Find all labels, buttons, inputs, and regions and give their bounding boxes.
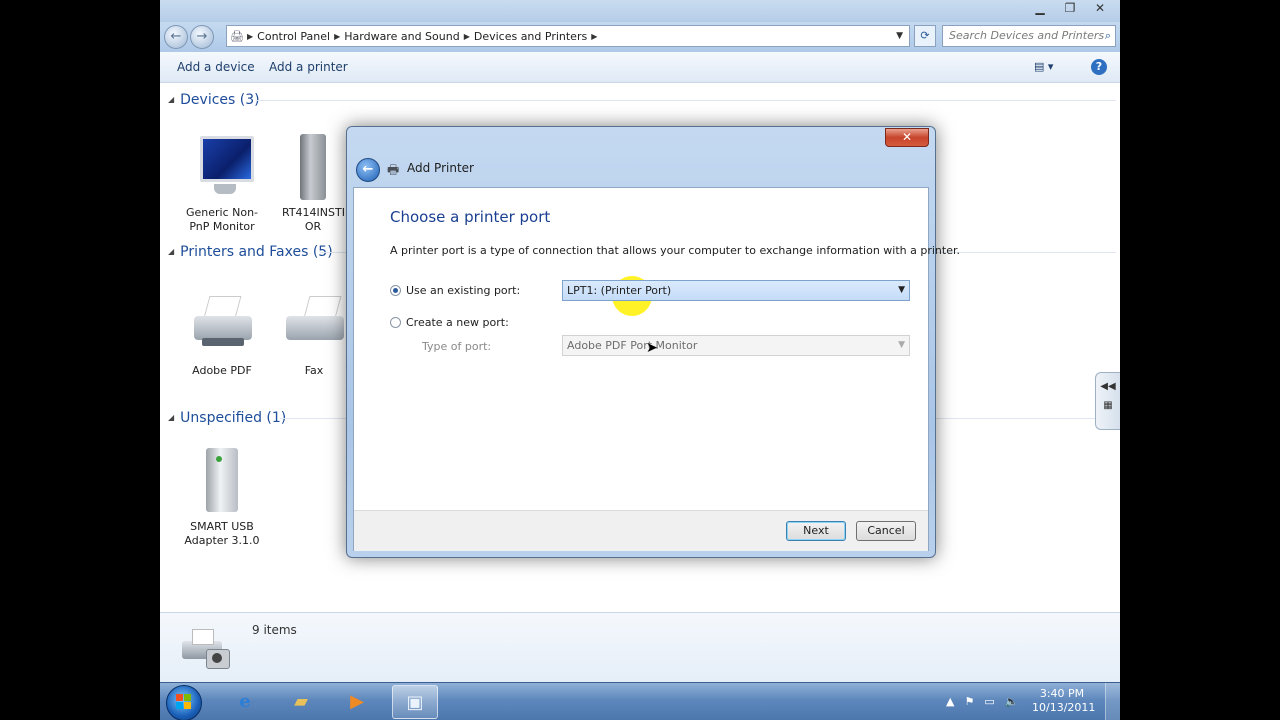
back-button[interactable]: ← xyxy=(164,25,188,49)
restore-button[interactable]: ❐ xyxy=(1056,0,1084,18)
existing-port-radio[interactable] xyxy=(390,285,401,296)
device-label: Adobe PDF xyxy=(192,364,252,377)
dialog-back-button[interactable]: ← xyxy=(356,158,380,182)
device-label: RT414INSTR OR xyxy=(282,206,344,233)
printer-icon: 🖶 xyxy=(387,163,400,178)
windows-logo-icon xyxy=(176,694,192,710)
device-label: Fax xyxy=(304,364,324,377)
show-desktop-button[interactable] xyxy=(1105,683,1120,720)
existing-port-select[interactable]: LPT1: (Printer Port) ▼ xyxy=(562,280,910,301)
add-printer-command[interactable]: Add a printer xyxy=(269,60,348,74)
clock-date: 10/13/2011 xyxy=(1032,701,1096,714)
volume-icon[interactable]: 🔈 xyxy=(1005,695,1019,708)
fax-icon xyxy=(282,290,346,360)
minimize-button[interactable]: ▁ xyxy=(1026,0,1054,18)
type-of-port-value: Adobe PDF Port Monitor xyxy=(567,339,698,352)
forward-button[interactable]: → xyxy=(190,25,214,49)
group-divider xyxy=(256,100,1116,101)
use-existing-port-option[interactable]: Use an existing port: xyxy=(390,284,520,297)
search-input[interactable]: Search Devices and Printers ⌕ xyxy=(942,25,1116,47)
change-view-icon[interactable]: ▤ ▾ xyxy=(1034,60,1053,73)
device-smart-usb-adapter[interactable]: SMART USB Adapter 3.1.0 xyxy=(177,446,267,548)
device-adobe-pdf[interactable]: Adobe PDF xyxy=(177,290,267,378)
network-icon[interactable]: ▭ xyxy=(984,695,994,708)
breadcrumb-devices-and-printers[interactable]: Devices and Printers xyxy=(470,30,591,43)
existing-port-value: LPT1: (Printer Port) xyxy=(567,284,672,297)
media-player-icon[interactable]: ▶ xyxy=(334,685,380,719)
type-of-port-select: Adobe PDF Port Monitor ▼ xyxy=(562,335,910,356)
group-title: Devices (3) xyxy=(180,92,260,108)
group-header-devices[interactable]: ◢ Devices (3) xyxy=(168,92,260,108)
taskbar: e ▰ ▶ ▣ ▲ ⚑ ▭ 🔈 3:40 PM 10/13/2011 xyxy=(160,682,1120,720)
printer-icon xyxy=(190,290,254,360)
windows-explorer-icon[interactable]: ▰ xyxy=(278,685,324,719)
control-panel-icon: 🖨 xyxy=(230,29,244,43)
collapse-triangle-icon[interactable]: ◢ xyxy=(168,95,174,104)
chevron-down-icon: ▼ xyxy=(898,340,905,350)
dialog-close-button[interactable]: ✕ xyxy=(885,128,929,147)
usb-device-icon xyxy=(190,446,254,516)
address-row: ← → 🖨 ▶ Control Panel ▶ Hardware and Sou… xyxy=(160,22,1120,52)
collapse-arrows-icon: ◀◀ xyxy=(1100,381,1116,392)
breadcrumb-separator-icon[interactable]: ▶ xyxy=(591,32,597,41)
monitor-icon xyxy=(190,132,254,202)
chevron-down-icon: ▼ xyxy=(898,285,905,295)
breadcrumb-hardware-and-sound[interactable]: Hardware and Sound xyxy=(340,30,463,43)
group-header-unspecified[interactable]: ◢ Unspecified (1) xyxy=(168,410,286,426)
gadget-sidebar-handle[interactable]: ◀◀ ▦ xyxy=(1095,372,1120,430)
new-port-radio[interactable] xyxy=(390,317,401,328)
group-header-printers[interactable]: ◢ Printers and Faxes (5) xyxy=(168,244,333,260)
create-new-port-option[interactable]: Create a new port: xyxy=(390,316,509,329)
breadcrumb-control-panel[interactable]: Control Panel xyxy=(253,30,334,43)
dialog-title: Add Printer xyxy=(407,161,474,175)
search-placeholder: Search Devices and Printers xyxy=(949,29,1105,42)
start-button[interactable] xyxy=(166,685,202,720)
new-port-label: Create a new port: xyxy=(406,316,509,329)
help-icon[interactable]: ? xyxy=(1091,59,1107,75)
drive-icon xyxy=(282,132,344,202)
devices-and-printers-icon[interactable]: ▣ xyxy=(392,685,438,719)
desktop-screen: ▁ ❐ ✕ ← → 🖨 ▶ Control Panel ▶ Hardware a… xyxy=(160,0,1120,720)
group-title: Printers and Faxes (5) xyxy=(180,244,333,260)
collapse-triangle-icon[interactable]: ◢ xyxy=(168,247,174,256)
dialog-heading: Choose a printer port xyxy=(390,208,551,226)
next-button[interactable]: Next xyxy=(786,521,846,541)
grid-icon: ▦ xyxy=(1103,400,1113,411)
cancel-button[interactable]: Cancel xyxy=(856,521,916,541)
caption-buttons: ▁ ❐ ✕ xyxy=(1026,0,1114,18)
window-titlebar: ▁ ❐ ✕ xyxy=(160,0,1120,22)
device-rt414instr[interactable]: RT414INSTR OR xyxy=(282,132,344,234)
device-label: Generic Non-PnP Monitor xyxy=(185,206,259,233)
existing-port-label: Use an existing port: xyxy=(406,284,521,297)
device-label: SMART USB Adapter 3.1.0 xyxy=(184,520,260,547)
command-bar: Add a device Add a printer ▤ ▾ ? xyxy=(160,52,1120,83)
internet-explorer-icon[interactable]: e xyxy=(222,685,268,719)
address-dropdown-icon[interactable]: ▼ xyxy=(890,31,909,41)
refresh-button[interactable]: ⟳ xyxy=(914,25,936,47)
printer-camera-icon xyxy=(178,625,234,673)
dialog-footer: Next Cancel xyxy=(354,510,928,551)
device-fax[interactable]: Fax xyxy=(282,290,346,378)
mouse-cursor-icon: ➤ xyxy=(646,340,658,356)
add-printer-dialog: ✕ ← 🖶 Add Printer Choose a printer port … xyxy=(346,126,960,558)
action-center-flag-icon[interactable]: ⚑ xyxy=(964,695,974,708)
add-device-command[interactable]: Add a device xyxy=(177,60,255,74)
group-title: Unspecified (1) xyxy=(180,410,287,426)
dialog-description: A printer port is a type of connection t… xyxy=(390,244,960,257)
show-hidden-icons-icon[interactable]: ▲ xyxy=(946,695,954,708)
item-count: 9 items xyxy=(252,623,297,637)
clock-time: 3:40 PM xyxy=(1039,687,1085,700)
details-pane: 9 items xyxy=(160,612,1120,683)
device-generic-monitor[interactable]: Generic Non-PnP Monitor xyxy=(177,132,267,234)
search-icon[interactable]: ⌕ xyxy=(1105,26,1111,46)
collapse-triangle-icon[interactable]: ◢ xyxy=(168,413,174,422)
type-of-port-label: Type of port: xyxy=(422,340,492,353)
close-window-button[interactable]: ✕ xyxy=(1086,0,1114,18)
dialog-content: Choose a printer port A printer port is … xyxy=(353,187,960,551)
system-tray: ▲ ⚑ ▭ 🔈 xyxy=(946,695,1018,708)
system-clock[interactable]: 3:40 PM 10/13/2011 xyxy=(1032,687,1096,715)
address-bar[interactable]: 🖨 ▶ Control Panel ▶ Hardware and Sound ▶… xyxy=(226,25,910,47)
